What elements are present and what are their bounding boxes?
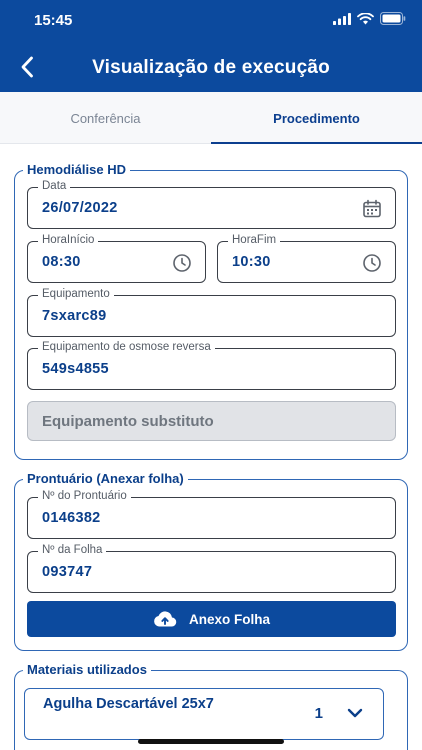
anexo-folha-label: Anexo Folha	[188, 611, 270, 627]
data-field[interactable]: Data 26/07/2022	[27, 180, 396, 229]
hora-inicio-field[interactable]: HoraInício 08:30	[27, 234, 206, 283]
osmose-label: Equipamento de osmose reversa	[38, 341, 215, 353]
prontuario-legend: Prontuário (Anexar folha)	[23, 471, 188, 486]
home-indicator	[138, 739, 284, 744]
hora-fim-field[interactable]: HoraFim 10:30	[217, 234, 396, 283]
prontuario-group: Prontuário (Anexar folha) Nº do Prontuár…	[14, 471, 408, 651]
tab-conferencia[interactable]: Conferência	[0, 92, 211, 144]
tab-bar: Conferência Procedimento	[0, 92, 422, 144]
data-label: Data	[38, 180, 71, 192]
app-header: 15:45 Visualização de execução	[0, 0, 422, 92]
clock-icon[interactable]	[171, 252, 193, 274]
status-icons	[333, 12, 406, 30]
osmose-value: 549s4855	[42, 361, 109, 377]
status-time: 15:45	[34, 12, 73, 29]
data-value: 26/07/2022	[42, 200, 118, 216]
material-item[interactable]: Agulha Descartável 25x7 1	[24, 688, 384, 740]
tab-procedimento[interactable]: Procedimento	[211, 92, 422, 144]
material-name: Agulha Descartável 25x7	[43, 696, 214, 712]
page-title: Visualização de execução	[92, 57, 330, 78]
hora-inicio-label: HoraInício	[38, 234, 99, 246]
battery-icon	[380, 12, 406, 30]
wifi-icon	[357, 12, 374, 30]
material-quantity: 1	[314, 705, 323, 722]
numero-prontuario-field[interactable]: Nº do Prontuário 0146382	[27, 490, 396, 539]
materiais-legend: Materiais utilizados	[23, 662, 151, 677]
numero-folha-field[interactable]: Nº da Folha 093747	[27, 544, 396, 593]
anexo-folha-button[interactable]: Anexo Folha	[27, 601, 396, 637]
numero-folha-label: Nº da Folha	[38, 544, 107, 556]
hora-inicio-value: 08:30	[42, 254, 81, 270]
numero-prontuario-value: 0146382	[42, 510, 101, 526]
hemodialise-group: Hemodiálise HD Data 26/07/2022 HoraIníci…	[14, 162, 408, 460]
clock-icon[interactable]	[361, 252, 383, 274]
numero-prontuario-label: Nº do Prontuário	[38, 490, 131, 502]
cloud-upload-icon	[154, 611, 177, 627]
hora-fim-value: 10:30	[232, 254, 271, 270]
equipamento-field[interactable]: Equipamento 7sxarc89	[27, 288, 396, 337]
equipamento-substituto-button[interactable]: Equipamento substituto	[27, 401, 396, 441]
osmose-field[interactable]: Equipamento de osmose reversa 549s4855	[27, 341, 396, 390]
hora-fim-label: HoraFim	[228, 234, 281, 246]
equipamento-value: 7sxarc89	[42, 308, 107, 324]
equipamento-label: Equipamento	[38, 288, 114, 300]
numero-folha-value: 093747	[42, 564, 93, 580]
active-tab-indicator	[211, 142, 422, 144]
chevron-down-icon[interactable]	[345, 703, 365, 723]
hemodialise-legend: Hemodiálise HD	[23, 162, 130, 177]
calendar-icon[interactable]	[361, 198, 383, 220]
signal-icon	[333, 12, 351, 30]
